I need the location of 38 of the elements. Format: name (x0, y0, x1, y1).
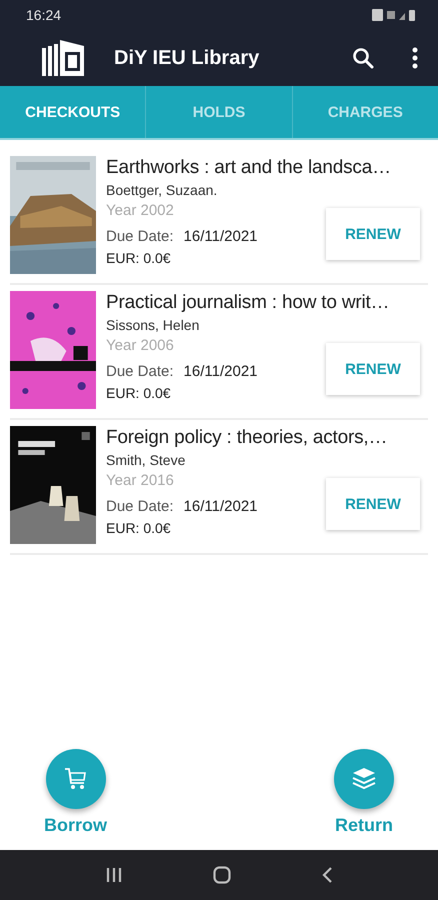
renew-button[interactable]: RENEW (326, 478, 420, 530)
more-icon (412, 47, 418, 69)
renew-button[interactable]: RENEW (326, 208, 420, 260)
book-stack-icon (350, 766, 378, 792)
return-button[interactable] (334, 749, 394, 809)
publication-year: Year 2002 (106, 201, 175, 221)
return-label: Return (335, 815, 393, 836)
due-date: 16/11/2021 (184, 362, 258, 382)
publication-year: Year 2016 (106, 471, 175, 491)
status-icons (372, 8, 416, 22)
book-title: Foreign policy : theories, actors,… (106, 426, 388, 450)
cart-icon (62, 766, 88, 792)
search-icon (352, 47, 374, 69)
book-title: Practical journalism : how to writ… (106, 291, 390, 315)
renew-button[interactable]: RENEW (326, 343, 420, 395)
borrow-label: Borrow (44, 815, 107, 836)
charge-amount: EUR: 0.0€ (106, 249, 172, 268)
recent-apps-icon[interactable] (105, 867, 123, 883)
due-date: 16/11/2021 (184, 227, 258, 247)
book-author: Smith, Steve (106, 451, 186, 470)
tab[interactable]: HOLDS (146, 86, 293, 138)
status-time: 16:24 (26, 7, 62, 23)
tab[interactable]: CHARGES (292, 86, 438, 138)
back-icon[interactable] (321, 866, 333, 884)
due-date-label: Due Date: (106, 497, 174, 517)
due-date-label: Due Date: (106, 362, 174, 382)
borrow-button[interactable] (46, 749, 106, 809)
app-title: DiY IEU Library (114, 46, 260, 70)
home-icon[interactable] (213, 866, 231, 884)
charge-amount: EUR: 0.0€ (106, 519, 172, 538)
book-author: Sissons, Helen (106, 316, 200, 335)
publication-year: Year 2006 (106, 336, 175, 356)
charge-amount: EUR: 0.0€ (106, 384, 172, 403)
tab[interactable]: CHECKOUTS (0, 86, 146, 138)
due-date-label: Due Date: (106, 227, 174, 247)
book-title: Earthworks : art and the landsca… (106, 156, 392, 180)
due-date: 16/11/2021 (184, 497, 258, 517)
book-author: Boettger, Suzaan. (106, 181, 218, 200)
